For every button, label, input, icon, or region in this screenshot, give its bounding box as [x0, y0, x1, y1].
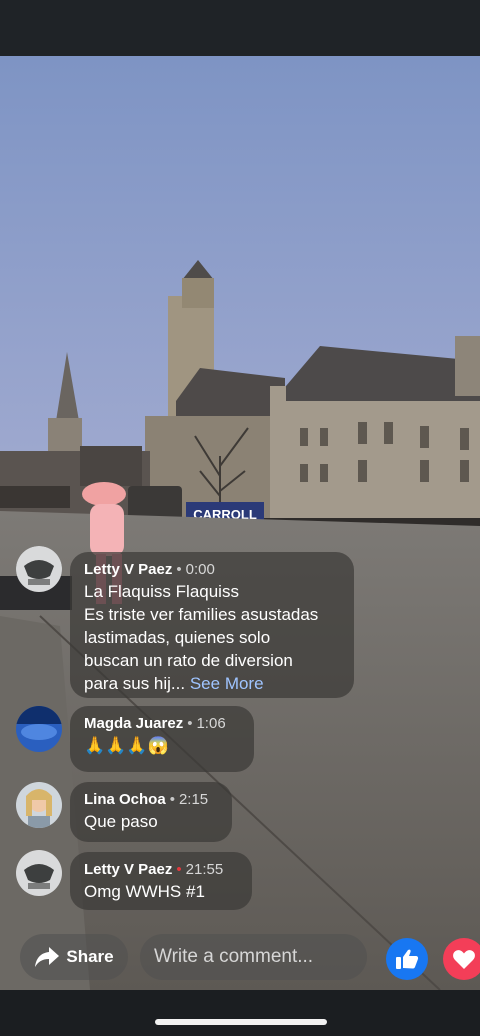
- avatar-image-icon: [16, 850, 62, 896]
- avatar[interactable]: [16, 546, 62, 592]
- see-more-link[interactable]: See More: [190, 674, 264, 693]
- comment-input[interactable]: Write a comment...: [140, 934, 367, 980]
- avatar-image-icon: [16, 546, 62, 592]
- comment-meta: Lina Ochoa • 2:15: [84, 791, 209, 808]
- live-video[interactable]: CARROLL: [0, 56, 480, 990]
- comment-time: 21:55: [185, 861, 224, 878]
- heart-icon: [453, 950, 475, 969]
- comment-line: lastimadas, quienes solo: [84, 628, 271, 647]
- comment-bubble: Letty V Paez • 0:00 La Flaquiss Flaquiss E…: [70, 552, 354, 698]
- comment-bubble: Magda Juarez • 1:06 🙏🙏🙏😱: [70, 706, 254, 772]
- comment-line: para sus hij... See More: [84, 672, 340, 695]
- comment-author[interactable]: Letty V Paez: [84, 561, 172, 578]
- avatar[interactable]: [16, 782, 62, 828]
- comment-text: Omg WWHS #1: [84, 882, 205, 901]
- video-frame: CARROLL: [0, 56, 480, 990]
- share-label: Share: [66, 947, 114, 966]
- bottom-bar: [0, 990, 480, 1036]
- top-status-bar: [0, 0, 480, 56]
- comment-author[interactable]: Letty V Paez: [84, 861, 172, 878]
- thumbs-up-icon: [396, 949, 419, 969]
- share-button[interactable]: Share: [20, 934, 128, 980]
- home-indicator[interactable]: [155, 1019, 327, 1025]
- comment-bubble: Letty V Paez • 21:55 Omg WWHS #1: [70, 852, 252, 910]
- comment-line-tail: para sus hij...: [84, 674, 186, 693]
- comment-meta: Letty V Paez • 21:55: [84, 861, 224, 878]
- share-arrow-icon: [35, 947, 60, 967]
- comment-author[interactable]: Magda Juarez: [84, 715, 183, 732]
- comment-text: Que paso: [84, 812, 158, 831]
- avatar[interactable]: [16, 850, 62, 896]
- comment-bubble: Lina Ochoa • 2:15 Que paso: [70, 782, 232, 842]
- comment-line: buscan un rato de diversion: [84, 651, 293, 670]
- comment-line: La Flaquiss Flaquiss: [84, 582, 239, 601]
- comment-meta: Letty V Paez • 0:00: [84, 561, 215, 578]
- like-button[interactable]: [386, 938, 428, 980]
- comment-time: 2:15: [178, 791, 209, 808]
- comment-time: 0:00: [185, 561, 215, 578]
- avatar-image-icon: [16, 782, 62, 828]
- comment-time: 1:06: [196, 715, 226, 732]
- comment-text: 🙏🙏🙏😱: [84, 736, 169, 755]
- avatar-image-icon: [16, 706, 62, 752]
- comment-line: Es triste ver families asustadas: [84, 605, 319, 624]
- comment-author[interactable]: Lina Ochoa: [84, 791, 166, 808]
- avatar[interactable]: [16, 706, 62, 752]
- comment-meta: Magda Juarez • 1:06: [84, 715, 226, 732]
- love-button[interactable]: [443, 938, 480, 980]
